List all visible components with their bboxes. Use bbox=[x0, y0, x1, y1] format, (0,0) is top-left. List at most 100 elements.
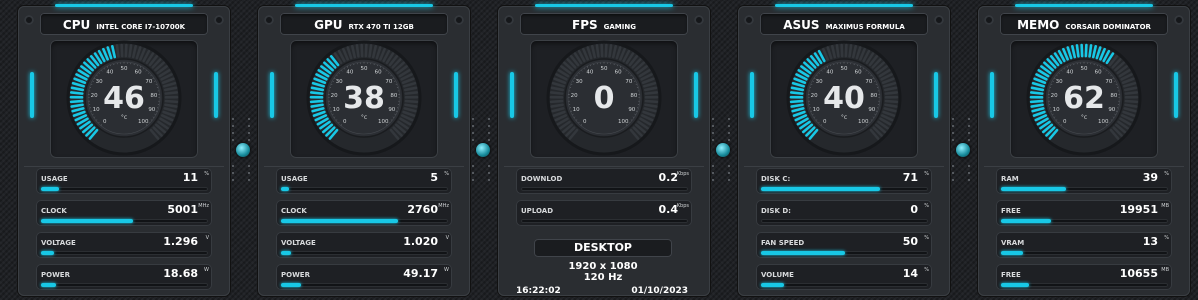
gauge-arc-tick bbox=[789, 99, 804, 104]
gauge-arc-tick bbox=[355, 44, 360, 58]
metric-bar-fill bbox=[281, 283, 302, 287]
metric-row: USAGE 5% bbox=[276, 168, 452, 194]
gauge-tick-label: 30 bbox=[1056, 79, 1063, 85]
metric-label: FAN SPEED bbox=[761, 239, 805, 247]
gauge-tick-label: 60 bbox=[855, 70, 862, 76]
gauge-value: 38 bbox=[343, 81, 385, 116]
connector-dots bbox=[952, 165, 954, 186]
connector-dots bbox=[488, 118, 490, 146]
metric-bar-track bbox=[521, 187, 688, 191]
panel-title-text: GPU bbox=[314, 18, 343, 32]
gauge-arc-tick bbox=[1124, 103, 1138, 108]
panel-asus: ASUS MAXIMUS FORMULA 0 10 20 30 40 50 60 70 80 90 10… bbox=[738, 4, 950, 296]
gauge-arc-tick bbox=[404, 99, 419, 104]
gauge-gpu: 010 20 3040 50 6070 80 90 100 38°c bbox=[306, 40, 422, 156]
gauge-arc-tick bbox=[550, 103, 564, 108]
metric-label: VOLTAGE bbox=[41, 239, 76, 247]
gauge-cpu: 010 20 3040 50 6070 80 90 100 46°c bbox=[66, 40, 182, 156]
panel-fps: FPS GAMING 0 10 20 30 40 50 60 70 80 90 100 0 DOWNLOD 0… bbox=[498, 4, 710, 296]
gauge-tick-label: 100 bbox=[138, 119, 149, 125]
metric-row: VOLTAGE 1.020 V bbox=[276, 232, 452, 258]
gauge-arc-tick bbox=[884, 103, 898, 108]
desktop-time: 16:22:02 bbox=[516, 286, 561, 296]
gauge-arc-tick bbox=[549, 99, 564, 104]
metric-value: 13 bbox=[1142, 235, 1158, 248]
side-indicator-right bbox=[934, 72, 938, 118]
metric-bar-track bbox=[281, 283, 448, 287]
gauge-tick-label: 90 bbox=[388, 107, 395, 113]
gauge-value: 40 bbox=[823, 81, 865, 116]
metric-unit: % bbox=[1164, 235, 1169, 241]
metric-value: 1.020 bbox=[403, 235, 438, 248]
connector-dots bbox=[232, 165, 234, 186]
panel-title: MEMO CORSAIR DOMINATOR bbox=[1000, 13, 1168, 35]
metric-label: CLOCK bbox=[281, 207, 307, 215]
metric-value: 10655 bbox=[1119, 267, 1158, 280]
panel-subtitle: CORSAIR DOMINATOR bbox=[1065, 23, 1151, 31]
metric-bar-fill bbox=[1001, 283, 1030, 287]
connector-dots bbox=[712, 165, 714, 186]
metric-bar-track bbox=[281, 251, 448, 255]
metric-bar-track bbox=[1001, 187, 1168, 191]
gauge-tick-label: 20 bbox=[811, 93, 818, 99]
metric-unit: Kbps bbox=[676, 171, 689, 177]
gauge-tick-label: 100 bbox=[618, 119, 629, 125]
gauge-tick-label: 20 bbox=[331, 93, 338, 99]
gauge-tick-label: 40 bbox=[826, 70, 833, 76]
metric-label: VOLTAGE bbox=[281, 239, 316, 247]
metric-label: FREE bbox=[1001, 207, 1021, 215]
gauge-tick-label: 70 bbox=[385, 79, 392, 85]
gauge-value: 62 bbox=[1063, 81, 1105, 116]
metric-bar-fill bbox=[1001, 219, 1052, 223]
panel-subtitle: RTX 470 TI 12GB bbox=[348, 23, 414, 31]
side-indicator-left bbox=[750, 72, 754, 118]
gauge-tick-label: 30 bbox=[816, 79, 823, 85]
gauge-tick-label: 80 bbox=[630, 93, 637, 99]
connector-dots bbox=[248, 165, 250, 186]
metric-unit: % bbox=[924, 171, 929, 177]
metric-label: DISK C: bbox=[761, 175, 791, 183]
panel-cpu: CPU INTEL CORE I7-10700K 0 10 20 30 40 50 60 70 80… bbox=[18, 4, 230, 296]
screw-cap bbox=[214, 15, 224, 25]
panel-title-text: ASUS bbox=[783, 18, 820, 32]
gauge-arc-tick bbox=[128, 44, 133, 58]
metric-row: RAM 39% bbox=[996, 168, 1172, 194]
metric-value: 50 bbox=[902, 235, 918, 248]
metric-value: 11 bbox=[182, 171, 198, 184]
metric-label: POWER bbox=[281, 271, 310, 279]
metric-value: 2760 bbox=[407, 203, 438, 216]
metric-row: DISK C: 71% bbox=[756, 168, 932, 194]
divider bbox=[264, 166, 464, 167]
gauge-tick-label: 70 bbox=[1105, 79, 1112, 85]
screw-cap bbox=[264, 15, 274, 25]
metric-row: POWER 18.68 W bbox=[36, 264, 212, 290]
metric-unit: % bbox=[1164, 171, 1169, 177]
gauge-tick-label: 60 bbox=[135, 70, 142, 76]
gauge-tick-label: 30 bbox=[576, 79, 583, 85]
panel-memo: MEMO CORSAIR DOMINATOR 0 10 20 30 40 50 60 70 80 90… bbox=[978, 4, 1190, 296]
gauge-arc-tick bbox=[310, 103, 324, 108]
desktop-refresh-rate: 120 Hz bbox=[583, 272, 623, 283]
gauge-tick-label: 30 bbox=[96, 79, 103, 85]
gauge-box: 0 10 20 30 40 50 60 70 80 90 100 40 °c bbox=[770, 40, 918, 158]
gauge-arc-tick bbox=[644, 103, 658, 108]
gauge-arc-tick bbox=[1124, 91, 1139, 95]
gauge-arc-tick bbox=[404, 103, 418, 108]
top-accent-bar bbox=[775, 4, 913, 7]
metric-value: 5 bbox=[430, 171, 438, 184]
metric-bar-fill bbox=[1001, 251, 1023, 255]
connector-dots bbox=[488, 165, 490, 186]
gauge-tick-label: 0 bbox=[823, 119, 827, 125]
gauge-arc-tick bbox=[1075, 44, 1080, 58]
gauge-arc-tick bbox=[884, 99, 899, 104]
metric-bar-track bbox=[41, 251, 208, 255]
gauge-arc-tick bbox=[1088, 44, 1093, 58]
gauge-value: 0 bbox=[594, 81, 615, 116]
gauge-arc-tick bbox=[1029, 91, 1044, 95]
metric-unit: % bbox=[924, 235, 929, 241]
gauge-tick-label: 100 bbox=[1098, 119, 1109, 125]
connector-dots bbox=[728, 118, 730, 146]
gauge-tick-label: 80 bbox=[150, 93, 157, 99]
panel-title-text: CPU bbox=[62, 18, 91, 32]
gauge-tick-label: 60 bbox=[1095, 70, 1102, 76]
